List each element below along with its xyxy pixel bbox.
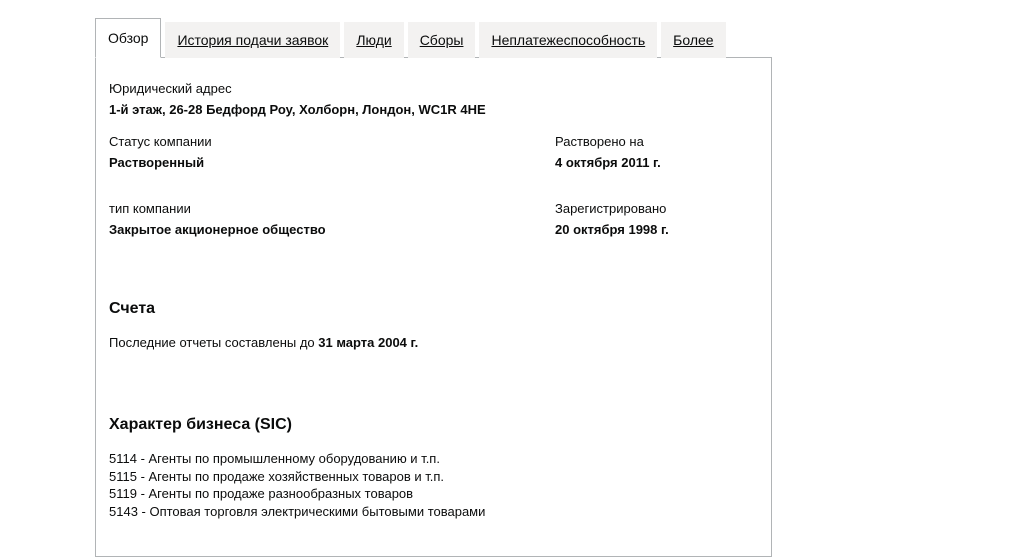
tab-more[interactable]: Более [661, 22, 726, 58]
company-type-label: тип компании [109, 201, 191, 216]
tab-filing-history[interactable]: История подачи заявок [165, 22, 341, 58]
accounts-date: 31 марта 2004 г. [318, 335, 419, 350]
accounts-last-made-up: Последние отчеты составлены до 31 марта … [109, 334, 439, 352]
sic-list: 5114 - Агенты по промышленному оборудова… [109, 450, 485, 520]
sic-item: 5115 - Агенты по продаже хозяйственных т… [109, 468, 445, 484]
sic-item: 5114 - Агенты по промышленному оборудова… [109, 451, 440, 466]
tab-bar: Обзор История подачи заявок Люди Сборы Н… [95, 18, 726, 58]
incorporated-on-value: 20 октября 1998 г. [555, 222, 669, 237]
tab-overview[interactable]: Обзор [95, 18, 162, 58]
sic-heading: Характер бизнеса (SIC) [109, 416, 292, 433]
accounts-text-prefix: Последние отчеты составлены до [109, 335, 319, 350]
tab-people[interactable]: Люди [344, 22, 404, 58]
dissolved-on-label: Растворено на [555, 134, 644, 149]
company-status-value: Растворенный [109, 155, 205, 170]
company-type-value: Закрытое акционерное общество [109, 222, 326, 237]
incorporated-on-label: Зарегистрировано [555, 201, 667, 216]
dissolved-on-value: 4 октября 2011 г. [555, 155, 661, 170]
sic-item: 5143 - Оптовая торговля электрическими б… [109, 503, 486, 519]
registered-address-value: 1-й этаж, 26-28 Бедфорд Роу, Холборн, Ло… [109, 102, 486, 117]
sic-item: 5119 - Агенты по продаже разнообразных т… [109, 486, 414, 502]
accounts-heading: Счета [109, 300, 156, 317]
tab-insolvency[interactable]: Неплатежеспособность [479, 22, 658, 58]
registered-address-label: Юридический адрес [109, 81, 232, 96]
overview-panel: Юридический адрес 1-й этаж, 26-28 Бедфор… [95, 57, 772, 557]
tab-charges[interactable]: Сборы [407, 22, 476, 58]
company-status-label: Статус компании [109, 134, 212, 149]
